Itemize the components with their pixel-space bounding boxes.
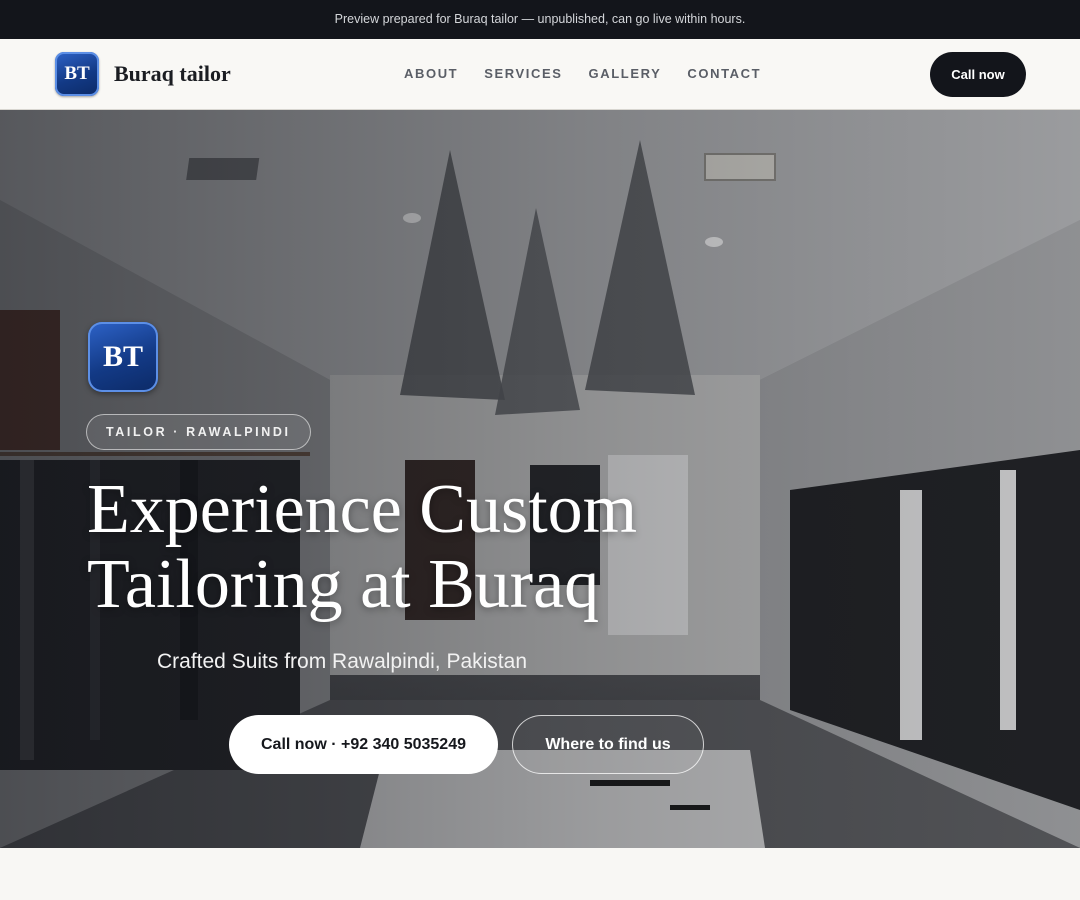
preview-banner-text: Preview prepared for Buraq tailor — unpu… [334,12,746,26]
hero-headline: Experience Custom Tailoring at Buraq [87,472,787,622]
hero-subheadline: Crafted Suits from Rawalpindi, Pakistan [157,650,527,673]
hero-call-button[interactable]: Call now · +92 340 5035249 [229,715,498,774]
hero-section: BT TAILOR · RAWALPINDI Experience Custom… [0,110,1080,848]
hero-headline-line2: Tailoring at Buraq [87,546,600,623]
nav-about-link[interactable]: ABOUT [404,66,458,81]
hero-location-button[interactable]: Where to find us [512,715,704,774]
brand-logo[interactable]: BT [55,52,99,96]
site-header: BT Buraq tailor ABOUT SERVICES GALLERY C… [0,39,1080,110]
brand-name[interactable]: Buraq tailor [114,61,231,87]
nav-services-link[interactable]: SERVICES [484,66,562,81]
hero-headline-line1: Experience Custom [87,471,638,548]
call-now-button[interactable]: Call now [930,52,1026,97]
hero-tag: TAILOR · RAWALPINDI [86,414,311,450]
nav-gallery-link[interactable]: GALLERY [589,66,662,81]
nav-contact-link[interactable]: CONTACT [687,66,761,81]
hero-logo: BT [88,322,158,392]
preview-banner: Preview prepared for Buraq tailor — unpu… [0,0,1080,39]
main-nav: ABOUT SERVICES GALLERY CONTACT [404,66,761,81]
